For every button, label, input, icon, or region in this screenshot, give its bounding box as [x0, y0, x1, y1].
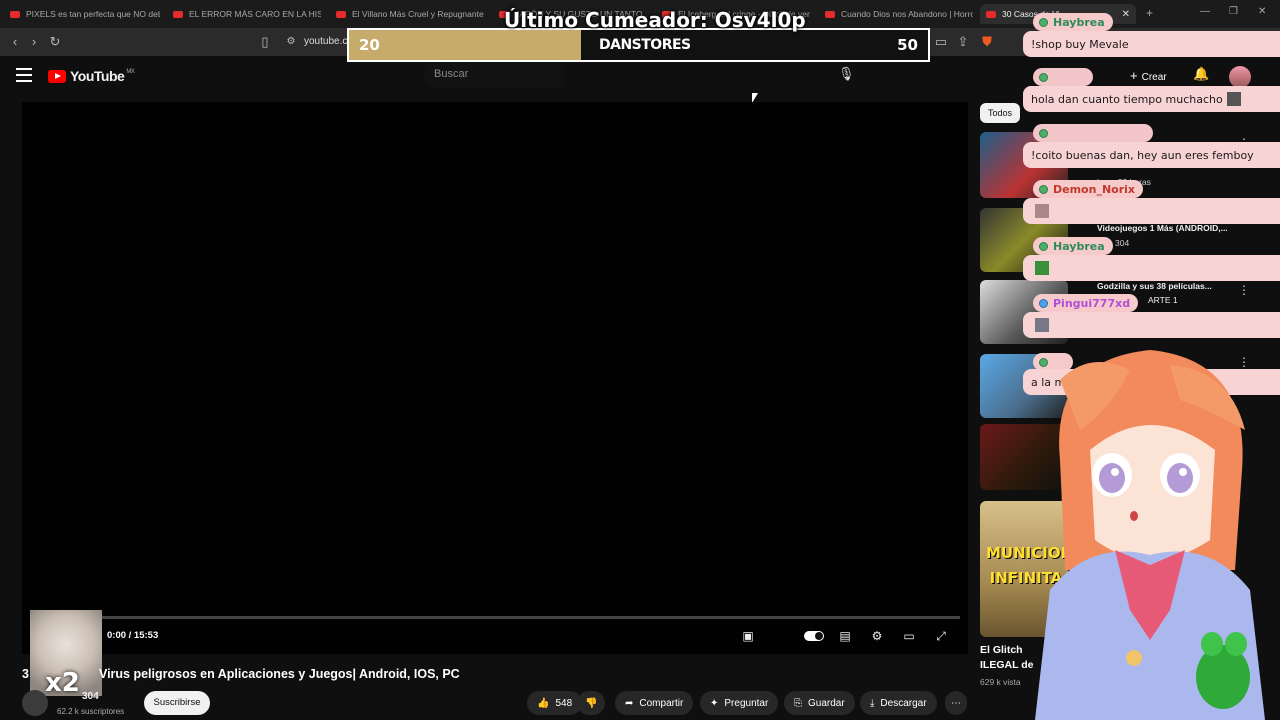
channel-avatar[interactable]: [22, 690, 48, 716]
chat-message: [1023, 255, 1280, 281]
like-button[interactable]: 👍 548: [527, 691, 583, 715]
recommendation-title: El Glitch: [980, 644, 1023, 656]
user-badge-icon: [1039, 184, 1048, 194]
share-arrow-icon: ➦: [625, 697, 634, 709]
chat-message: hola dan cuanto tiempo muchacho: [1023, 86, 1280, 112]
recommendation-meta: 304: [1115, 238, 1130, 248]
chat-username: Demon_Norix: [1033, 180, 1143, 198]
channel-name[interactable]: 304: [82, 691, 99, 702]
goal-current: 20: [359, 36, 380, 54]
account-avatar[interactable]: [1229, 66, 1251, 88]
back-icon[interactable]: ‹: [6, 33, 24, 51]
settings-gear-icon[interactable]: ⚙: [868, 628, 886, 644]
sparkle-icon: ✦: [710, 697, 719, 709]
emote-icon: [1226, 92, 1241, 106]
time-display: 0:00 / 15:53: [107, 630, 159, 641]
chat-username-hidden: [1033, 68, 1093, 86]
goal-label: DANSTORES: [599, 37, 691, 53]
share-page-icon[interactable]: ⇪: [954, 33, 972, 51]
dislike-button[interactable]: 👎: [577, 691, 606, 715]
youtube-favicon-icon: [825, 10, 835, 18]
cumeador-overlay: Último Cumeador: Osv4l0p: [504, 8, 806, 32]
autoplay-toggle[interactable]: [804, 631, 824, 641]
thumbs-up-icon: 👍: [537, 697, 550, 709]
chat-message: !coito buenas dan, hey aun eres femboy: [1023, 142, 1280, 168]
recommendation-meta: ARTE 1: [1148, 295, 1178, 305]
site-info-icon[interactable]: ⚙: [282, 33, 300, 51]
ask-button[interactable]: ✦ Preguntar: [700, 691, 779, 715]
subscriber-count: 62.2 k suscriptores: [57, 707, 125, 716]
forward-icon[interactable]: ›: [25, 33, 43, 51]
save-button[interactable]: ⎘ Guardar: [784, 691, 855, 715]
emote-icon: [1035, 204, 1049, 218]
goal-target: 50: [897, 36, 918, 54]
more-vertical-icon[interactable]: ⋮: [1238, 283, 1250, 297]
plus-icon: +: [1130, 68, 1138, 83]
cast-icon[interactable]: ▭: [932, 33, 950, 51]
emote-icon: [1035, 318, 1049, 332]
chat-username-hidden: [1033, 124, 1153, 142]
chat-message: !shop buy Mevale: [1023, 31, 1280, 57]
window-close-icon[interactable]: ✕: [1258, 6, 1266, 17]
browser-tab[interactable]: EL ERROR MÁS CARO EN LA HISTOR: [173, 4, 321, 24]
brave-shield-icon[interactable]: ⛊: [978, 33, 996, 51]
maximize-icon[interactable]: ❐: [1229, 6, 1238, 17]
youtube-favicon-icon: [986, 10, 996, 18]
user-badge-icon: [1039, 241, 1048, 251]
chat-message: [1023, 312, 1280, 338]
fullscreen-icon[interactable]: ⤢: [932, 628, 950, 644]
search-input[interactable]: Buscar: [424, 62, 564, 88]
user-badge-icon: [1039, 128, 1048, 138]
chat-username: Haybrea: [1033, 13, 1113, 31]
download-button[interactable]: ⤓ Descargar: [860, 691, 937, 715]
recommendation-views: 629 k vista: [980, 677, 1021, 687]
bookmark-icon[interactable]: ▯: [256, 33, 274, 51]
chat-message: [1023, 198, 1280, 224]
bookmark-save-icon: ⎘: [794, 697, 802, 709]
user-badge-icon: [1039, 17, 1048, 27]
new-tab-icon[interactable]: +: [1146, 6, 1153, 20]
browser-tab[interactable]: El Villano Más Cruel y Repugnante d: [336, 4, 484, 24]
download-icon: ⤓: [870, 697, 875, 709]
chat-username: Haybrea: [1033, 237, 1113, 255]
miniplayer-icon[interactable]: ▣: [739, 628, 757, 644]
video-player[interactable]: 0:00 / 15:53 ▣ ▤ ⚙ ▭ ⤢: [22, 102, 968, 654]
notifications-bell-icon[interactable]: 🔔: [1193, 66, 1209, 82]
more-actions-button[interactable]: ⋯: [945, 691, 967, 715]
recommendation-title: Godzilla y sus 38 películas...: [1097, 281, 1212, 291]
emote-icon: [1035, 261, 1049, 275]
video-title: 3 Virus peligrosos en Aplicaciones y Jueg…: [22, 667, 460, 681]
menu-icon[interactable]: [16, 68, 32, 82]
filter-chip-all[interactable]: Todos: [980, 103, 1020, 123]
close-tab-icon[interactable]: ✕: [1122, 9, 1130, 20]
youtube-favicon-icon: [173, 10, 183, 18]
youtube-logo[interactable]: YouTube MX: [48, 68, 135, 84]
browser-tab[interactable]: PIXELS es tan perfecta que NO debe: [10, 4, 160, 24]
thumbs-down-icon: 👎: [585, 697, 598, 709]
youtube-favicon-icon: [10, 10, 20, 18]
reload-icon[interactable]: ↻: [46, 33, 64, 51]
frog-mascot-icon: [1196, 632, 1250, 709]
share-button[interactable]: ➦ Compartir: [615, 691, 694, 715]
user-badge-icon: [1039, 72, 1048, 82]
create-button[interactable]: + Crear: [1130, 68, 1167, 83]
browser-tab[interactable]: Cuando Dios nos Abandono | Horro: [825, 4, 973, 24]
subtitles-icon[interactable]: ▤: [836, 628, 854, 644]
more-horizontal-icon: ⋯: [951, 697, 961, 709]
user-badge-icon: [1039, 298, 1048, 308]
theater-mode-icon[interactable]: ▭: [900, 628, 918, 644]
minimize-icon[interactable]: —: [1200, 6, 1210, 17]
youtube-play-icon: [48, 69, 66, 83]
video-progress-bar[interactable]: [100, 616, 960, 619]
microphone-icon[interactable]: 🎙: [838, 66, 856, 84]
chat-username: Pingui777xd: [1033, 294, 1139, 312]
subscribe-button[interactable]: Suscribirse: [144, 691, 210, 715]
recommendation-title: Videojuegos 1 Más (ANDROID,...: [1097, 223, 1228, 233]
youtube-favicon-icon: [336, 10, 346, 18]
